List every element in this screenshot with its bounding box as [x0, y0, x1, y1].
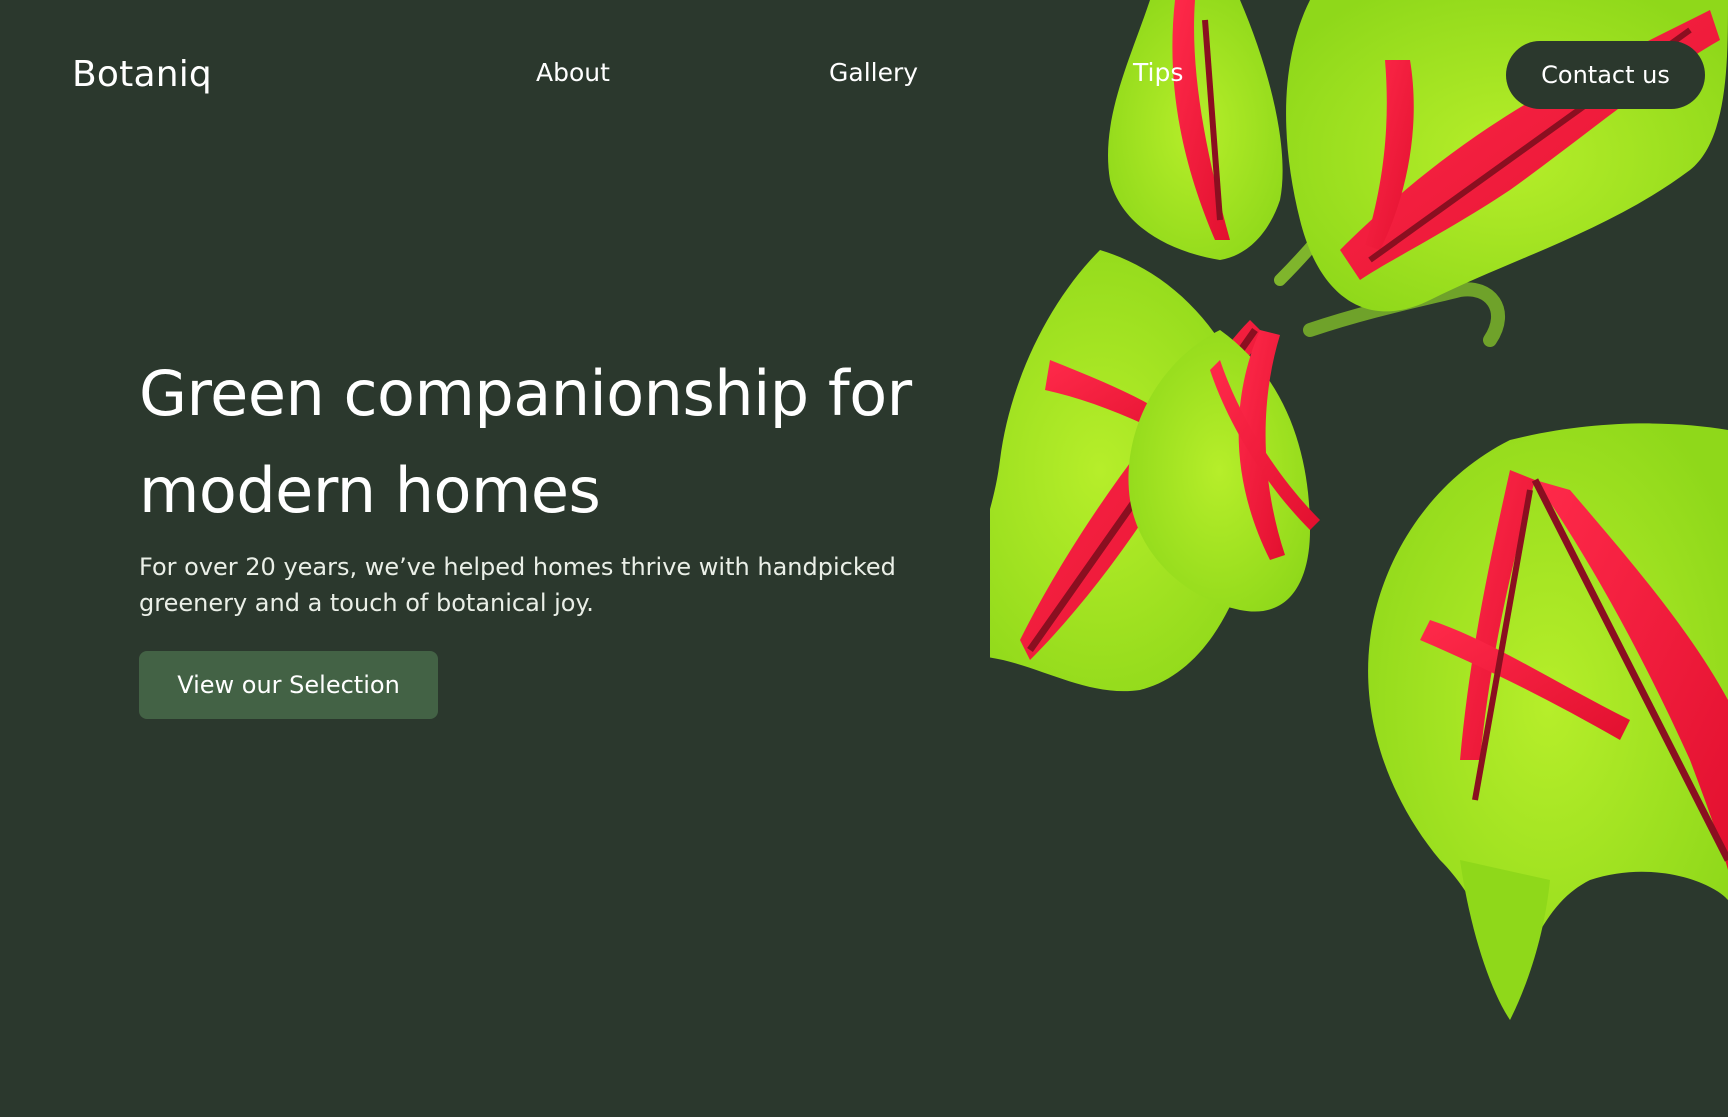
landing-page: Botaniq About Gallery Tips Contact us Gr…: [0, 0, 1728, 1117]
coleus-plant-image: [990, 0, 1728, 1020]
contact-us-button[interactable]: Contact us: [1506, 41, 1705, 109]
hero-title: Green companionship for modern homes: [139, 345, 1019, 539]
hero-title-line-1: Green companionship for: [139, 357, 912, 430]
nav-link-tips[interactable]: Tips: [1133, 58, 1183, 87]
hero-title-line-2: modern homes: [139, 454, 601, 527]
hero-subtitle: For over 20 years, we’ve helped homes th…: [139, 553, 896, 617]
site-header: Botaniq About Gallery Tips Contact us: [0, 0, 1728, 150]
nav-link-about[interactable]: About: [536, 58, 610, 87]
main-nav: About Gallery Tips: [0, 58, 1728, 98]
hero-section: Green companionship for modern homes For…: [139, 345, 1019, 719]
nav-link-gallery[interactable]: Gallery: [829, 58, 918, 87]
view-selection-button[interactable]: View our Selection: [139, 651, 438, 719]
